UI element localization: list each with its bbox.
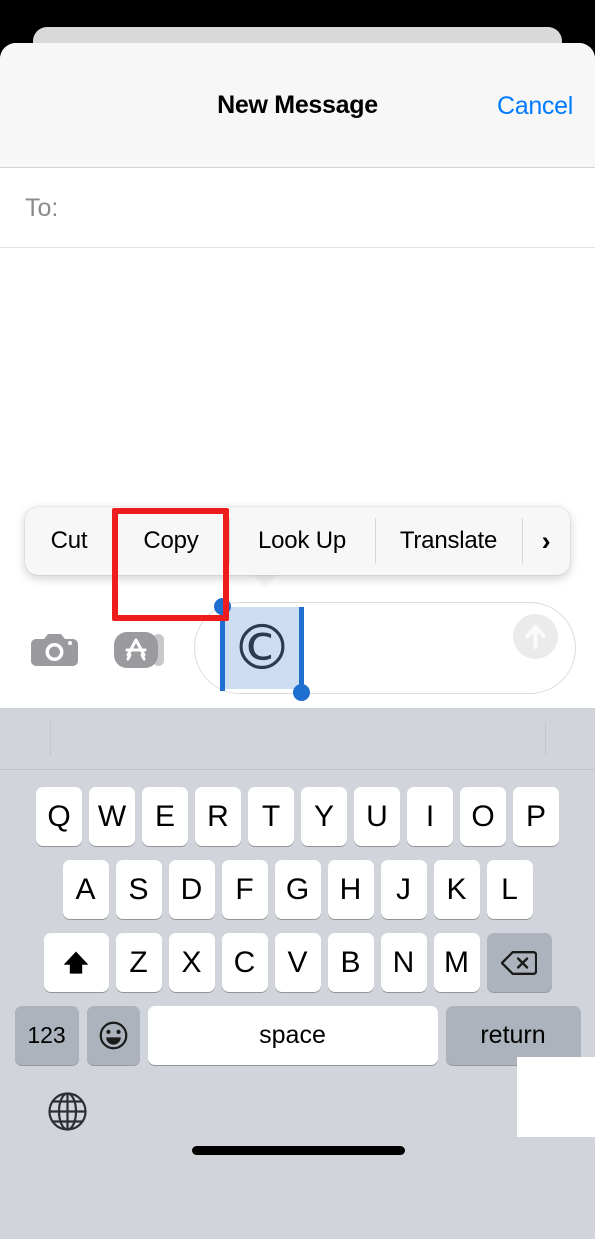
menu-item-translate[interactable]: Translate — [375, 507, 522, 575]
key-l[interactable]: L — [486, 860, 533, 919]
keyboard-row-1: Q W E R T Y U I O P — [0, 787, 595, 846]
home-indicator — [192, 1146, 405, 1155]
send-button[interactable] — [513, 614, 558, 659]
selection-handle-end[interactable] — [293, 684, 310, 701]
key-c[interactable]: C — [221, 933, 268, 992]
menu-item-copy[interactable]: Copy — [113, 507, 229, 575]
key-z[interactable]: Z — [115, 933, 162, 992]
key-f[interactable]: F — [221, 860, 268, 919]
key-g[interactable]: G — [274, 860, 321, 919]
edit-context-menu: Cut Copy Look Up Translate › — [25, 507, 570, 575]
recipient-row[interactable]: To: — [0, 168, 595, 248]
keyboard-row-3: Z X C V B N M — [0, 933, 595, 992]
key-r[interactable]: R — [195, 787, 241, 846]
predictive-text-bar[interactable] — [0, 708, 595, 770]
key-e[interactable]: E — [142, 787, 188, 846]
navigation-bar: New Message Cancel — [0, 43, 595, 168]
key-t[interactable]: T — [248, 787, 294, 846]
key-k[interactable]: K — [433, 860, 480, 919]
globe-language-icon[interactable] — [45, 1089, 90, 1134]
shift-up-arrow-icon[interactable] — [43, 933, 109, 992]
camera-icon[interactable] — [30, 631, 79, 669]
key-h[interactable]: H — [327, 860, 374, 919]
key-b[interactable]: B — [327, 933, 374, 992]
keyboard-bottom-row — [0, 1057, 595, 1171]
key-j[interactable]: J — [380, 860, 427, 919]
message-input-bar: © — [0, 588, 595, 708]
space-key[interactable]: space — [147, 1006, 438, 1065]
cancel-button[interactable]: Cancel — [497, 92, 573, 121]
keyboard-row-2: A S D F G H J K L — [0, 860, 595, 919]
selection-handle-start[interactable] — [214, 598, 231, 615]
predictive-divider — [50, 722, 51, 756]
menu-item-cut[interactable]: Cut — [25, 507, 113, 575]
message-text-value: © — [231, 611, 293, 684]
phone-screen: New Message Cancel To: Cut Copy Look Up … — [0, 0, 595, 1239]
key-w[interactable]: W — [89, 787, 135, 846]
on-screen-keyboard: Q W E R T Y U I O P A S D F G H J K L Z … — [0, 708, 595, 1239]
key-q[interactable]: Q — [36, 787, 82, 846]
backspace-delete-icon[interactable] — [486, 933, 552, 992]
key-u[interactable]: U — [354, 787, 400, 846]
key-n[interactable]: N — [380, 933, 427, 992]
key-y[interactable]: Y — [301, 787, 347, 846]
selection-bar-left — [220, 607, 225, 691]
selection-bar-right — [299, 607, 304, 691]
key-s[interactable]: S — [115, 860, 162, 919]
menu-item-look-up[interactable]: Look Up — [229, 507, 375, 575]
to-label: To: — [25, 194, 59, 222]
numbers-key[interactable]: 123 — [14, 1006, 79, 1065]
key-m[interactable]: M — [433, 933, 480, 992]
key-o[interactable]: O — [460, 787, 506, 846]
key-x[interactable]: X — [168, 933, 215, 992]
menu-item-more-chevron-right-icon[interactable]: › — [522, 507, 570, 575]
key-a[interactable]: A — [62, 860, 109, 919]
key-d[interactable]: D — [168, 860, 215, 919]
occluded-region — [517, 1057, 595, 1137]
key-p[interactable]: P — [513, 787, 559, 846]
emoji-smiley-icon[interactable] — [86, 1006, 140, 1065]
predictive-divider — [545, 722, 546, 756]
app-store-icon[interactable] — [113, 630, 166, 670]
key-i[interactable]: I — [407, 787, 453, 846]
key-v[interactable]: V — [274, 933, 321, 992]
keyboard-row-4: 123 space return — [0, 1006, 595, 1065]
new-message-sheet: New Message Cancel To: Cut Copy Look Up … — [0, 43, 595, 1239]
